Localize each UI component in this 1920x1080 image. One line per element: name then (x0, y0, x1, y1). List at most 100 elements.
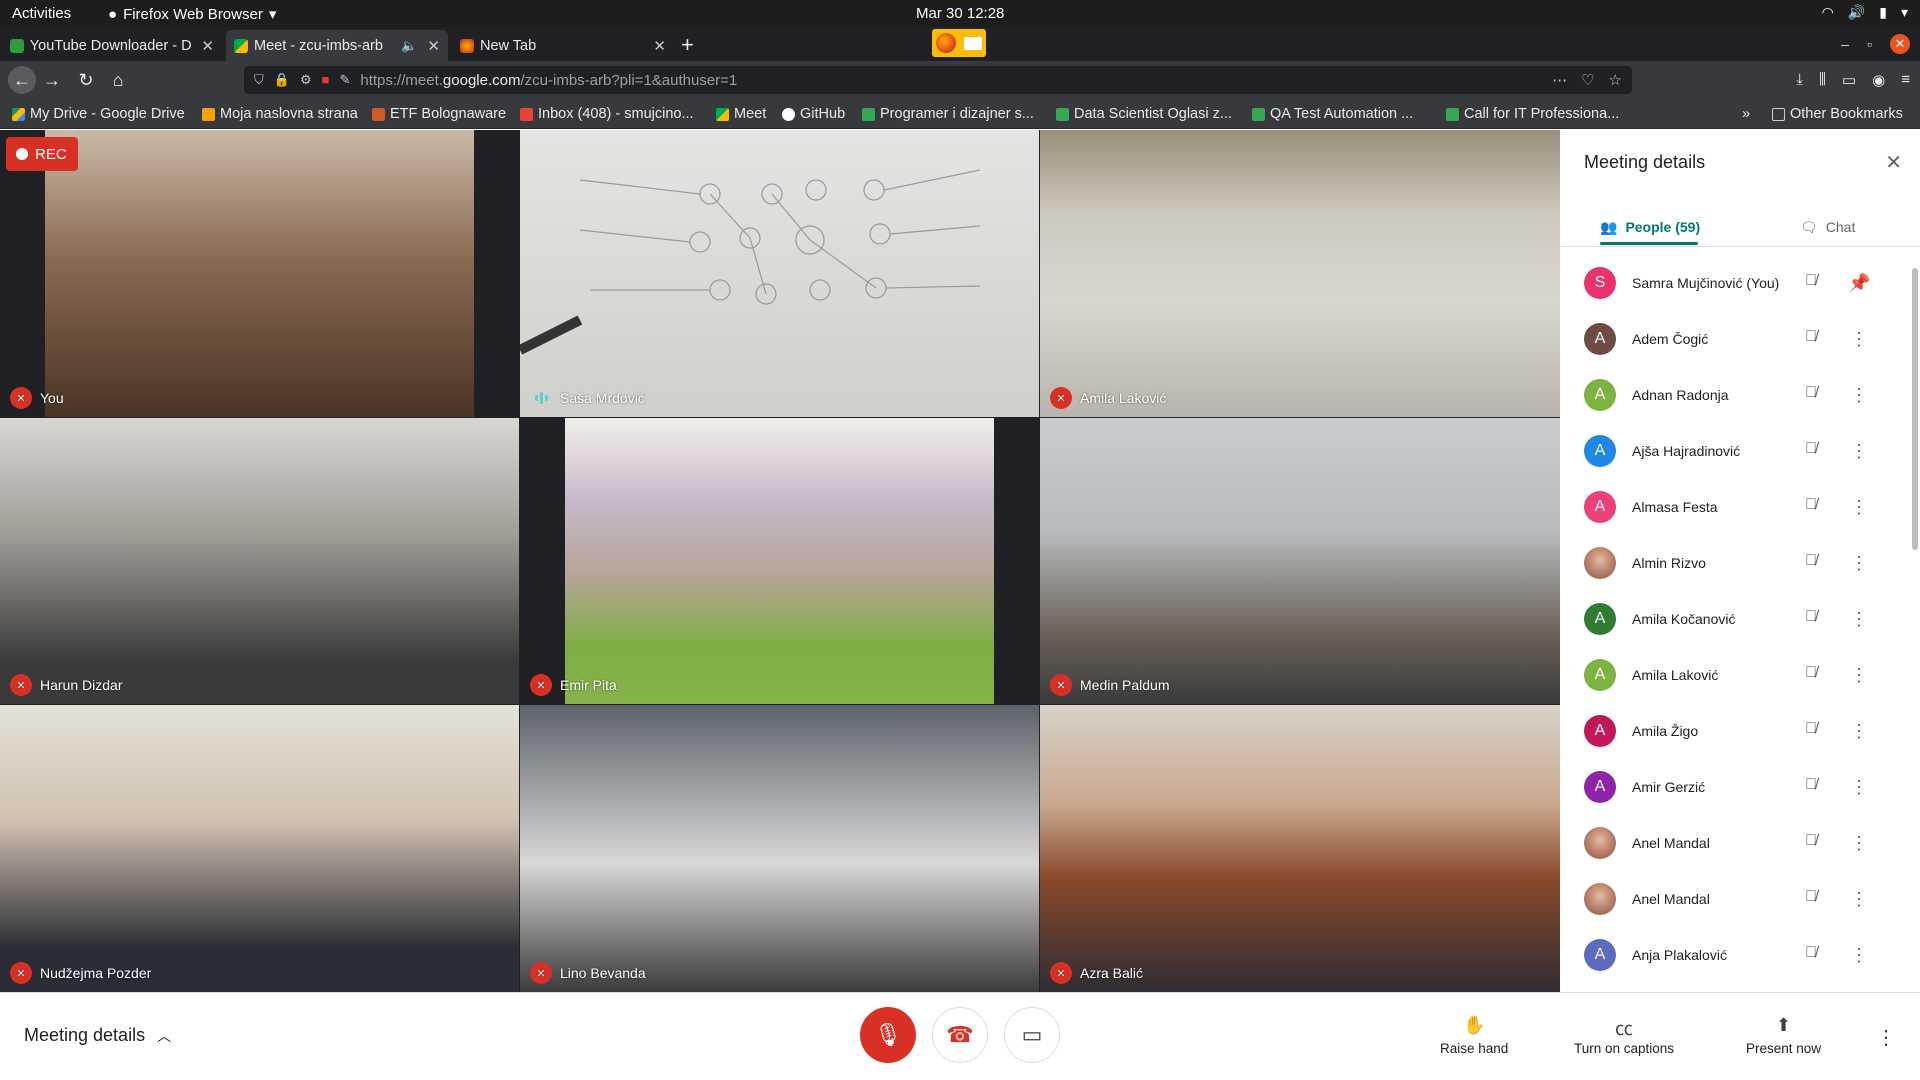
address-bar[interactable]: ⛉ 🔒 ⚙ ■ ✎ https://meet.google.com/zcu-im… (244, 66, 1632, 94)
mic-muted-icon[interactable]: 🎙̸ (1800, 440, 1822, 462)
tab-youtube-downloader[interactable]: YouTube Downloader - D ✕ (2, 30, 222, 61)
bookmark-item[interactable]: QA Test Automation ... (1252, 106, 1413, 122)
participant-tile[interactable]: ✕ Medin Paldum (1040, 418, 1560, 704)
more-vert-icon[interactable]: ⋮ (1848, 496, 1870, 518)
more-options-icon[interactable]: ⋮ (1876, 1025, 1896, 1050)
captions-button[interactable]: ㏄ Turn on captions (1574, 1015, 1674, 1056)
more-vert-icon[interactable]: ⋮ (1848, 832, 1870, 854)
tab-meet[interactable]: Meet - zcu-imbs-arb 🔈 ✕ (226, 30, 448, 61)
reload-icon[interactable]: ↻ (74, 68, 98, 92)
downloads-icon[interactable]: ⤓ (1796, 71, 1803, 89)
account-icon[interactable]: ◉ (1872, 71, 1885, 89)
participant-row[interactable]: A Adem Čogić 🎙̸ ⋮ (1560, 311, 1906, 367)
more-vert-icon[interactable]: ⋮ (1848, 384, 1870, 406)
tab-chat[interactable]: 🗨 Chat (1800, 210, 1855, 244)
participant-tile[interactable]: ✕ Amila Laković (1040, 130, 1560, 417)
mic-muted-icon[interactable]: 🎙̸ (1800, 384, 1822, 406)
mic-muted-icon[interactable]: 🎙̸ (1800, 888, 1822, 910)
bookmark-item[interactable]: My Drive - Google Drive (12, 106, 185, 122)
people-list-scrollbar[interactable] (1912, 268, 1918, 550)
tab-new-tab[interactable]: New Tab ✕ (452, 30, 674, 61)
bookmark-item[interactable]: ETF Bolognaware (372, 106, 506, 122)
back-arrow-icon[interactable]: ← (8, 66, 36, 94)
mic-muted-icon[interactable]: 🎙̸ (1800, 720, 1822, 742)
close-tab-icon[interactable]: ✕ (653, 37, 666, 55)
participant-row[interactable]: Anel Mandal 🎙̸ ⋮ (1560, 815, 1906, 871)
more-vert-icon[interactable]: ⋮ (1848, 944, 1870, 966)
close-tab-icon[interactable]: ✕ (201, 37, 214, 55)
clock[interactable]: Mar 30 12:28 (916, 5, 1004, 22)
participant-row[interactable]: A Almasa Festa 🎙̸ ⋮ (1560, 479, 1906, 535)
present-now-button[interactable]: ⬆ Present now (1746, 1015, 1821, 1056)
mic-muted-icon[interactable]: 🎙̸ (1800, 272, 1822, 294)
leave-call-button[interactable]: ☎ (932, 1007, 988, 1063)
participant-tile[interactable]: ✕ Lino Bevanda (520, 705, 1039, 992)
library-icon[interactable]: ⫼ (1819, 71, 1826, 89)
bookmark-item[interactable]: Data Scientist Oglasi z... (1056, 106, 1232, 122)
more-vert-icon[interactable]: ⋮ (1848, 776, 1870, 798)
raise-hand-button[interactable]: ✋ Raise hand (1440, 1015, 1508, 1056)
participant-row[interactable]: A Ajša Hajradinović 🎙̸ ⋮ (1560, 423, 1906, 479)
system-tray[interactable]: ◠ 🔊 ▮ ▾ (1822, 4, 1908, 21)
bookmark-item[interactable]: GitHub (782, 106, 845, 122)
url-text[interactable]: https://meet.google.com/zcu-imbs-arb?pli… (360, 72, 737, 89)
sidebar-icon[interactable]: ▭ (1842, 71, 1856, 89)
pocket-icon[interactable]: ♡ (1581, 71, 1594, 89)
minimize-icon[interactable]: – (1841, 36, 1849, 52)
camera-toggle-button[interactable]: ▭ (1004, 1007, 1060, 1063)
participant-row[interactable]: S Samra Mujčinović (You) 🎙̸ 📌 (1560, 255, 1906, 311)
more-vert-icon[interactable]: ⋮ (1848, 328, 1870, 350)
page-actions-icon[interactable]: ⋯ (1552, 71, 1567, 89)
participant-row[interactable]: A Amila Laković 🎙̸ ⋮ (1560, 647, 1906, 703)
mic-muted-icon[interactable]: 🎙̸ (1800, 608, 1822, 630)
participant-row[interactable]: A Amila Kočanović 🎙̸ ⋮ (1560, 591, 1906, 647)
app-menu[interactable]: ● Firefox Web Browser ▾ (108, 5, 276, 24)
mic-muted-icon[interactable]: 🎙̸ (1800, 496, 1822, 518)
more-vert-icon[interactable]: ⋮ (1848, 888, 1870, 910)
mic-muted-icon[interactable]: 🎙̸ (1800, 552, 1822, 574)
microphone-toggle-button[interactable]: 🎙 (860, 1007, 916, 1063)
sharing-indicator[interactable] (932, 29, 986, 57)
participant-row[interactable]: A Amir Gerzić 🎙̸ ⋮ (1560, 759, 1906, 815)
participant-row[interactable]: A Anja Plakalović 🎙̸ ⋮ (1560, 927, 1906, 983)
maximize-icon[interactable]: ▫ (1867, 36, 1872, 52)
participant-row[interactable]: A Adnan Radonja 🎙̸ ⋮ (1560, 367, 1906, 423)
participant-row[interactable]: Almin Rizvo 🎙̸ ⋮ (1560, 535, 1906, 591)
bookmark-item[interactable]: Meet (716, 106, 766, 122)
hamburger-menu-icon[interactable]: ≡ (1901, 71, 1910, 89)
mic-muted-icon[interactable]: 🎙̸ (1800, 328, 1822, 350)
tab-people[interactable]: 👥 People (59) (1600, 210, 1700, 244)
bookmark-item[interactable]: Inbox (408) - smujcino... (520, 106, 694, 122)
participant-tile[interactable]: ✕ Nudžejma Pozder (0, 705, 519, 992)
bookmark-item[interactable]: Programer i dizajner s... (862, 106, 1034, 122)
more-vert-icon[interactable]: ⋮ (1848, 608, 1870, 630)
participant-row[interactable]: Anel Mandal 🎙̸ ⋮ (1560, 871, 1906, 927)
participant-tile[interactable]: ✕ Azra Balić (1040, 705, 1560, 992)
mic-muted-icon[interactable]: 🎙̸ (1800, 664, 1822, 686)
bookmark-item[interactable]: Moja naslovna strana (202, 106, 358, 122)
bookmark-folder[interactable]: Other Bookmarks (1772, 106, 1903, 122)
more-vert-icon[interactable]: ⋮ (1848, 552, 1870, 574)
new-tab-plus-icon[interactable]: + (681, 32, 694, 58)
participant-row[interactable]: A Amila Žigo 🎙̸ ⋮ (1560, 703, 1906, 759)
mic-muted-icon[interactable]: 🎙̸ (1800, 832, 1822, 854)
site-identity[interactable]: ⛉ 🔒 ⚙ ■ ✎ (244, 72, 360, 88)
meeting-details-toggle[interactable]: Meeting details ︿ (24, 1025, 171, 1046)
more-vert-icon[interactable]: ⋮ (1848, 720, 1870, 742)
close-panel-icon[interactable]: ✕ (1885, 150, 1902, 175)
participant-tile[interactable]: ✕ Emir Pita (520, 418, 1039, 704)
pin-icon[interactable]: 📌 (1848, 272, 1870, 294)
participant-tile[interactable]: ✕ You (0, 130, 519, 417)
more-bookmarks-chevron-icon[interactable]: » (1742, 106, 1750, 122)
participant-tile[interactable]: Saša Mrdović (520, 130, 1039, 417)
home-icon[interactable]: ⌂ (106, 68, 130, 92)
forward-arrow-icon[interactable]: → (40, 68, 64, 92)
more-vert-icon[interactable]: ⋮ (1848, 664, 1870, 686)
bookmark-item[interactable]: Call for IT Professiona... (1446, 106, 1619, 122)
close-window-icon[interactable]: ✕ (1890, 34, 1910, 54)
activities-button[interactable]: Activities (12, 5, 71, 22)
more-vert-icon[interactable]: ⋮ (1848, 440, 1870, 462)
mic-muted-icon[interactable]: 🎙̸ (1800, 944, 1822, 966)
close-tab-icon[interactable]: ✕ (427, 37, 440, 55)
bookmark-star-icon[interactable]: ☆ (1609, 71, 1622, 89)
